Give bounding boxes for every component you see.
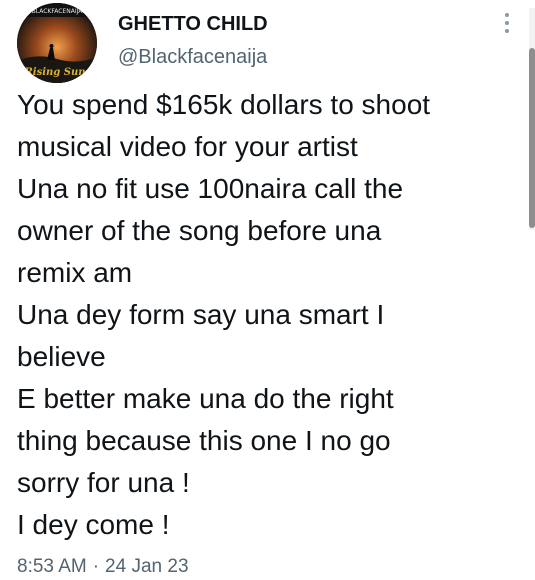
tweet-line: believe [17,341,106,372]
avatar-logo-text: Rising Sun [23,67,85,78]
avatar-image: BLACKFACENAIJA Rising Sun [17,3,97,83]
tweet-line: You spend $165k dollars to shoot [17,89,431,120]
tweet-line: musical video for your artist [17,131,358,162]
more-vertical-icon-dot [505,21,509,25]
tweet-line: E better make una do the right [17,383,394,414]
tweet-line: owner of the song before una [17,215,382,246]
user-handle[interactable]: @Blackfacenaija [118,46,267,69]
tweet-text: You spend $165k dollars to shoot musical… [17,84,522,546]
tweet-line: sorry for una ! [17,467,190,498]
avatar-banner-text: BLACKFACENAIJA [32,8,84,15]
tweet-line: I dey come ! [17,509,170,540]
tweet-meta: 8:53 AM · 24 Jan 23 [17,556,189,578]
scrollbar[interactable] [529,8,535,230]
tweet-card: BLACKFACENAIJA Rising Sun GHETTO CHILD @… [0,0,535,580]
tweet-time[interactable]: 8:53 AM [17,556,87,577]
display-name[interactable]: GHETTO CHILD [118,13,268,36]
tweet-line: Una dey form say una smart I [17,299,385,330]
more-options-button[interactable] [496,10,520,36]
more-vertical-icon-dot [505,29,509,33]
more-vertical-icon [505,13,509,17]
avatar[interactable]: BLACKFACENAIJA Rising Sun [17,3,97,83]
tweet-line: Una no fit use 100naira call the [17,173,404,204]
scrollbar-thumb[interactable] [529,48,535,228]
meta-separator: · [92,556,100,577]
tweet-line: remix am [17,257,133,288]
tweet-date[interactable]: 24 Jan 23 [105,556,188,577]
tweet-line: thing because this one I no go [17,425,391,456]
